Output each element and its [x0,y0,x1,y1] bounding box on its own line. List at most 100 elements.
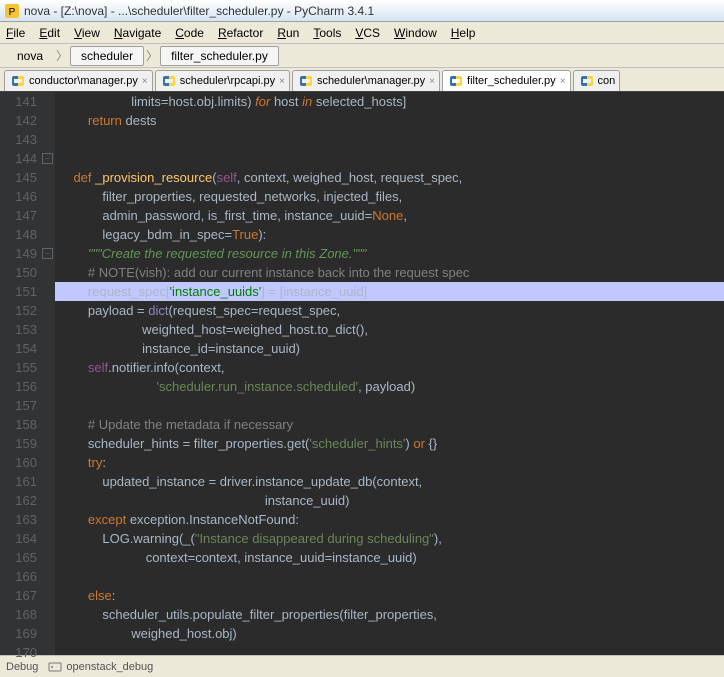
editor-tab[interactable]: con [573,70,621,91]
code-line[interactable] [55,567,724,586]
close-tab-icon[interactable]: × [279,76,285,87]
line-number: 161 [0,472,37,491]
line-number: 164 [0,529,37,548]
editor-tab[interactable]: conductor\manager.py × [4,70,153,91]
code-line[interactable]: weighted_host=weighed_host.to_dict(), [55,320,724,339]
line-number: 163 [0,510,37,529]
code-line[interactable]: instance_id=instance_uuid) [55,339,724,358]
line-number: 169 [0,624,37,643]
close-tab-icon[interactable]: × [560,76,566,87]
code-line[interactable]: 'scheduler.run_instance.scheduled', payl… [55,377,724,396]
code-line[interactable]: filter_properties, requested_networks, i… [55,187,724,206]
code-line[interactable]: return dests [55,111,724,130]
debug-label[interactable]: Debug [6,661,38,673]
window-title: nova - [Z:\nova] - ...\scheduler\filter_… [24,4,374,18]
line-number: 147 [0,206,37,225]
menu-navigate[interactable]: Navigate [114,26,161,40]
code-line[interactable]: """Create the requested resource in this… [55,244,724,263]
tab-label: scheduler\rpcapi.py [180,75,275,87]
code-line[interactable]: except exception.InstanceNotFound: [55,510,724,529]
line-number: 158 [0,415,37,434]
breadcrumb: nova〉scheduler〉filter_scheduler.py [0,44,724,68]
python-file-icon [580,74,594,88]
line-number: 151 [0,282,37,301]
line-number: 152 [0,301,37,320]
title-bar: P nova - [Z:\nova] - ...\scheduler\filte… [0,0,724,22]
line-number: 156 [0,377,37,396]
code-line[interactable]: self.notifier.info(context, [55,358,724,377]
line-number: 143 [0,130,37,149]
code-line[interactable]: payload = dict(request_spec=request_spec… [55,301,724,320]
code-line[interactable]: weighed_host.obj) [55,624,724,643]
code-line[interactable]: LOG.warning(_("Instance disappeared duri… [55,529,724,548]
breadcrumb-item[interactable]: filter_scheduler.py [160,46,279,66]
line-number: 154 [0,339,37,358]
line-number: 153 [0,320,37,339]
code-line[interactable] [55,396,724,415]
breadcrumb-item[interactable]: scheduler [70,46,144,66]
menu-bar: File Edit View Navigate Code Refactor Run Tools… [0,22,724,44]
code-editor[interactable]: 1411421431441451461471481491501511521531… [0,92,724,655]
editor-tab[interactable]: scheduler\rpcapi.py × [155,70,290,91]
line-number: 148 [0,225,37,244]
menu-refactor[interactable]: Refactor [218,26,263,40]
line-number: 155 [0,358,37,377]
code-line[interactable]: context=context, instance_uuid=instance_… [55,548,724,567]
code-line[interactable] [55,149,724,168]
line-number: 168 [0,605,37,624]
menu-tools[interactable]: Tools [313,26,341,40]
code-line[interactable]: scheduler_utils.populate_filter_properti… [55,605,724,624]
line-number: 159 [0,434,37,453]
app-icon: P [4,3,20,19]
menu-window[interactable]: Window [394,26,437,40]
line-gutter: 1411421431441451461471481491501511521531… [0,92,55,655]
menu-edit[interactable]: Edit [39,26,60,40]
breadcrumb-item[interactable]: nova [6,46,54,66]
line-number: 166 [0,567,37,586]
close-tab-icon[interactable]: × [142,76,148,87]
fold-toggle-icon[interactable]: − [42,153,53,164]
code-line[interactable]: admin_password, is_first_time, instance_… [55,206,724,225]
tab-label: con [598,75,616,87]
editor-tabs: conductor\manager.py×scheduler\rpcapi.py… [0,68,724,92]
debug-config-icon[interactable] [48,660,62,674]
editor-tab[interactable]: scheduler\manager.py× [292,70,440,91]
debug-config-label[interactable]: openstack_debug [66,661,153,673]
breadcrumb-separator-icon: 〉 [146,47,158,64]
code-line[interactable]: try: [55,453,724,472]
close-tab-icon[interactable]: × [429,76,435,87]
editor-tab[interactable]: filter_scheduler.py× [442,70,571,91]
menu-vcs[interactable]: VCS [355,26,380,40]
code-line[interactable]: instance_uuid) [55,491,724,510]
line-number: 142 [0,111,37,130]
python-file-icon [299,74,313,88]
fold-toggle-icon[interactable]: − [42,248,53,259]
code-line[interactable]: scheduler_hints = filter_properties.get(… [55,434,724,453]
line-number: 162 [0,491,37,510]
python-file-icon [162,74,176,88]
code-line[interactable]: # Update the metadata if necessary [55,415,724,434]
line-number: 145 [0,168,37,187]
code-line[interactable]: else: [55,586,724,605]
menu-view[interactable]: View [74,26,100,40]
line-number: 167 [0,586,37,605]
line-number: 160 [0,453,37,472]
code-area[interactable]: limits=host.obj.limits) for host in sele… [55,92,724,655]
code-line[interactable]: legacy_bdm_in_spec=True): [55,225,724,244]
line-number: 141 [0,92,37,111]
tab-label: conductor\manager.py [29,75,138,87]
code-line[interactable]: # NOTE(vish): add our current instance b… [55,263,724,282]
menu-run[interactable]: Run [277,26,299,40]
code-line[interactable]: limits=host.obj.limits) for host in sele… [55,92,724,111]
code-line[interactable]: def _provision_resource(self, context, w… [55,168,724,187]
code-line[interactable]: request_spec['instance_uuids'] = [instan… [55,282,724,301]
line-number: 165 [0,548,37,567]
code-line[interactable] [55,130,724,149]
menu-code[interactable]: Code [175,26,204,40]
line-number: 149 [0,244,37,263]
line-number: 170 [0,643,37,662]
code-line[interactable]: updated_instance = driver.instance_updat… [55,472,724,491]
line-number: 157 [0,396,37,415]
menu-file[interactable]: File [6,26,25,40]
menu-help[interactable]: Help [451,26,476,40]
